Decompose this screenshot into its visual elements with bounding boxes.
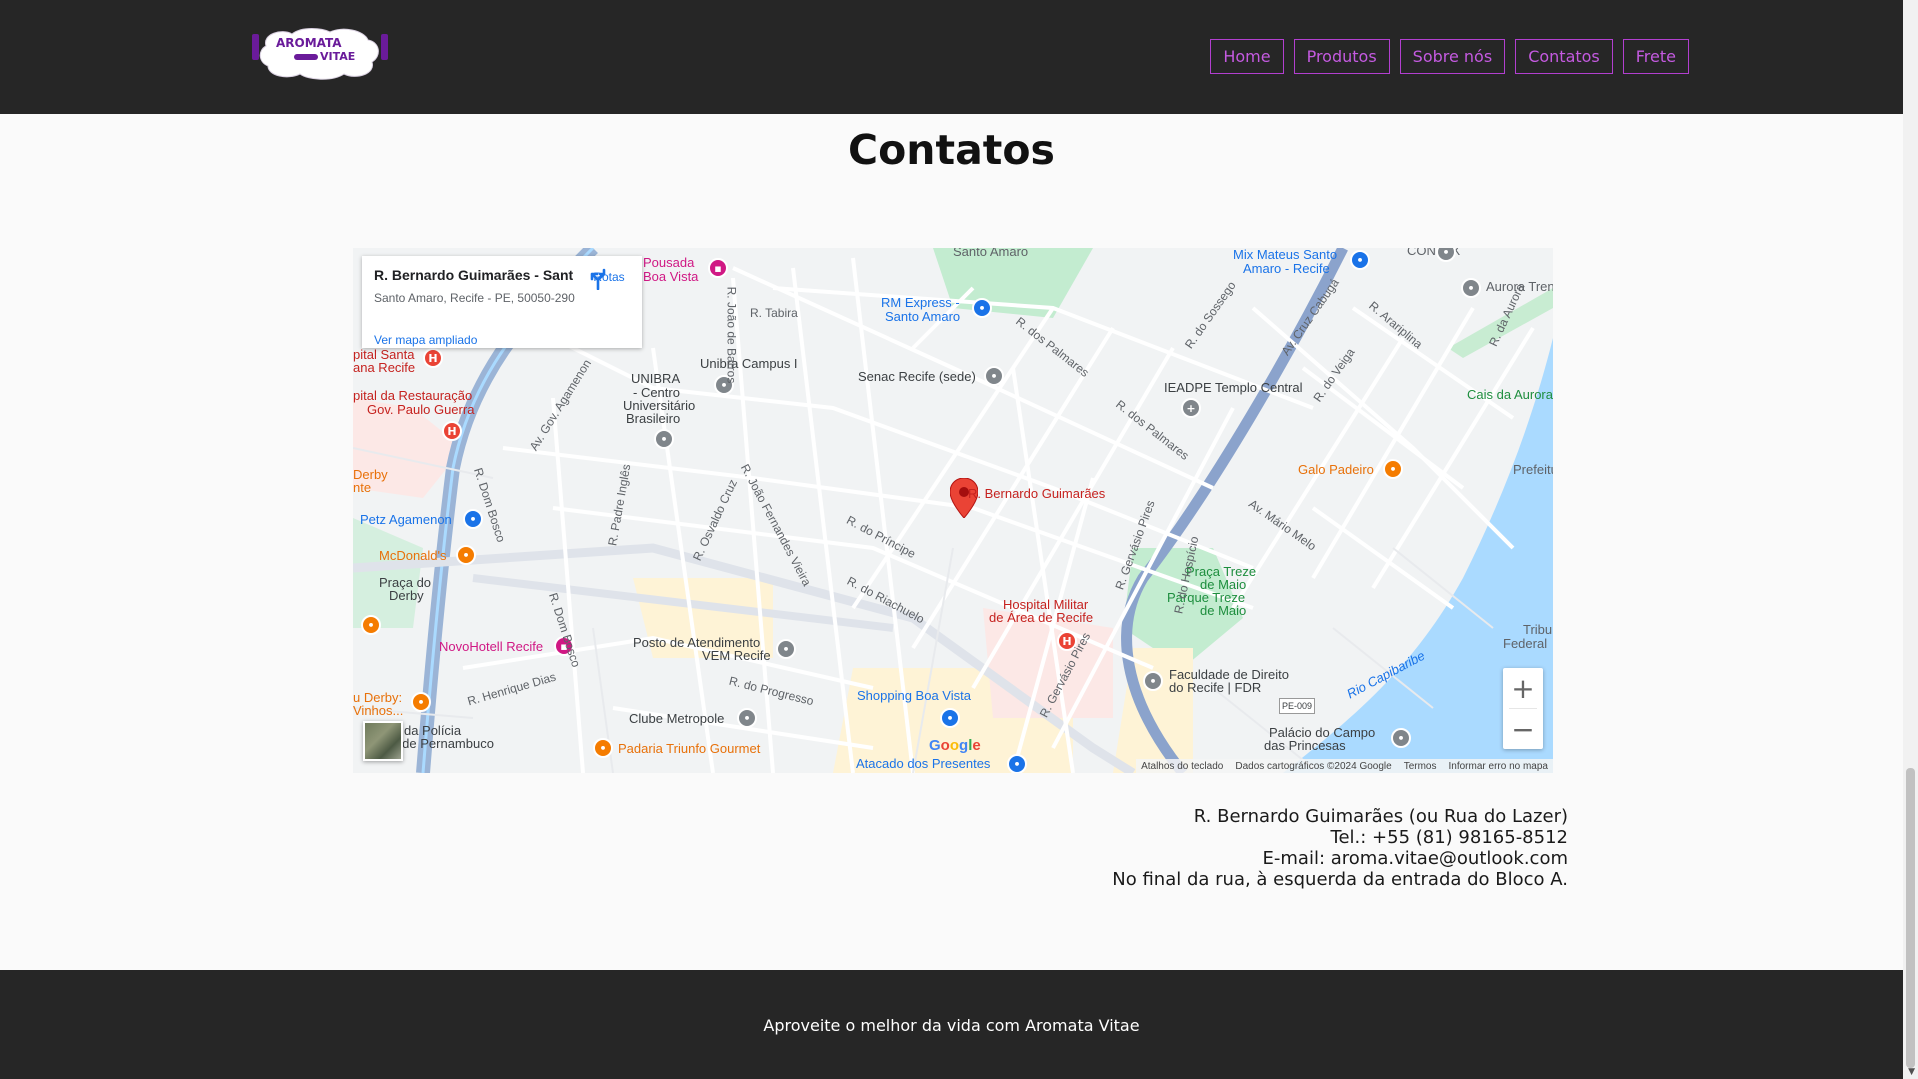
- map-label: Santo Amaro: [953, 248, 1029, 259]
- pin-label: R. Bernardo Guimarães: [968, 486, 1106, 501]
- map-label: Boa Vista: [643, 269, 699, 284]
- keyboard-shortcuts-link[interactable]: Atalhos do teclado: [1141, 761, 1223, 772]
- larger-map-link[interactable]: Ver mapa ampliado: [374, 333, 477, 347]
- terms-link[interactable]: Termos: [1404, 761, 1437, 772]
- map-info-card: R. Bernardo Guimarães - Sant... Santo Am…: [362, 256, 642, 348]
- map-label: VEM Recife: [702, 648, 771, 663]
- map-label: Derby: [389, 588, 424, 603]
- highway-shield: PE-009: [1279, 698, 1316, 714]
- map-label: de Área de Recife: [989, 610, 1094, 625]
- shopping-cart-icon[interactable]: •: [1350, 250, 1370, 270]
- hotel-icon[interactable]: ▪: [708, 258, 728, 278]
- restaurant-icon[interactable]: •: [1383, 459, 1403, 479]
- map-label: Shopping Boa Vista: [857, 688, 971, 703]
- shopping-cart-icon[interactable]: •: [972, 298, 992, 318]
- satellite-toggle[interactable]: [363, 721, 403, 761]
- scrollbar-thumb[interactable]: [1906, 768, 1915, 1068]
- map-label: de Maio: [1200, 603, 1247, 618]
- hospital-icon[interactable]: H: [442, 421, 462, 441]
- map-label: pital da Restauração: [353, 388, 473, 403]
- store-icon[interactable]: •: [940, 708, 960, 728]
- restaurant-icon[interactable]: •: [411, 692, 431, 712]
- map-label: Gov. Paulo Guerra: [367, 402, 475, 417]
- map-label: Vinhos...: [353, 703, 404, 718]
- school-icon[interactable]: •: [654, 429, 674, 449]
- directions-icon: [590, 268, 606, 290]
- nav-home[interactable]: Home: [1210, 39, 1284, 74]
- map-label: Senac Recife (sede): [858, 369, 976, 384]
- map-label: NovoHotell Recife: [439, 639, 544, 654]
- map-label: Padaria Triunfo Gourmet: [618, 741, 761, 756]
- map-label: ana Recife: [353, 360, 416, 375]
- map-label: Cais da Aurora: [1467, 387, 1553, 402]
- store-icon[interactable]: •: [463, 509, 483, 529]
- street-label: R. João de Barros: [724, 286, 739, 384]
- nav-produtos[interactable]: Produtos: [1293, 39, 1390, 74]
- address-phone: Tel.: +55 (81) 98165-8512: [1330, 827, 1568, 848]
- nav-contatos[interactable]: Contatos: [1515, 39, 1613, 74]
- page-scrollbar[interactable]: ▼: [1903, 0, 1918, 1079]
- map-label: Brasileiro: [626, 411, 681, 426]
- zoom-out-button[interactable]: −: [1503, 709, 1543, 749]
- embedded-map[interactable]: Santo Amaro Pousada Boa Vista ▪ R. Tabir…: [353, 248, 1553, 773]
- place-icon[interactable]: •: [737, 708, 757, 728]
- map-label: Galo Padeiro: [1298, 462, 1374, 477]
- page-title: Contatos: [848, 126, 1055, 174]
- place-address: Santo Amaro, Recife - PE, 50050-290: [374, 291, 575, 305]
- map-label: Prefeitu: [1513, 462, 1553, 477]
- place-icon[interactable]: •: [776, 639, 796, 659]
- google-logo: Google: [929, 737, 981, 754]
- map-label: do Recife | FDR: [1169, 680, 1262, 695]
- zoom-controls: + −: [1503, 668, 1543, 749]
- map-label: Federal: [1503, 636, 1548, 651]
- map-label: Santo Amaro: [885, 309, 961, 324]
- directions-button[interactable]: Rotas: [587, 268, 631, 290]
- map-label: UNIBRA: [631, 371, 681, 386]
- main-nav: Home Produtos Sobre nós Contatos Frete: [1210, 39, 1689, 74]
- map-label: Clube Metropole: [629, 711, 725, 726]
- map-label: Unibra Campus I: [700, 356, 798, 371]
- top-navbar: AROMATA VITAE Home Produtos Sobre nós Co…: [0, 0, 1903, 114]
- scroll-down-arrow-icon[interactable]: ▼: [1908, 1067, 1915, 1077]
- map-label: McDonald's: [379, 548, 447, 563]
- address-street: R. Bernardo Guimarães (ou Rua do Lazer): [1193, 806, 1568, 827]
- svg-text:AROMATA: AROMATA: [276, 36, 342, 50]
- place-title: R. Bernardo Guimarães - Sant...: [374, 267, 574, 283]
- restaurant-icon[interactable]: •: [593, 738, 613, 758]
- store-icon[interactable]: •: [1007, 754, 1027, 773]
- map-label: ar de Pernambuco: [387, 736, 494, 751]
- nav-frete[interactable]: Frete: [1622, 39, 1689, 74]
- report-error-link[interactable]: Informar erro no mapa: [1449, 761, 1549, 772]
- map-label: Pousada: [643, 255, 695, 270]
- contact-address: R. Bernardo Guimarães (ou Rua do Lazer) …: [1112, 806, 1568, 890]
- map-label: RM Express -: [881, 295, 960, 310]
- map-label: Amaro - Recife: [1243, 261, 1330, 276]
- restaurant-icon[interactable]: •: [361, 615, 381, 635]
- school-icon[interactable]: •: [984, 366, 1004, 386]
- map-attribution: Atalhos do teclado Dados cartográficos ©…: [1136, 759, 1553, 773]
- map-label: IEADPE Templo Central: [1164, 380, 1303, 395]
- address-email: E-mail: aroma.vitae@outlook.com: [1262, 848, 1568, 869]
- zoom-in-button[interactable]: +: [1503, 668, 1543, 708]
- map-label: Mix Mateus Santo: [1233, 248, 1338, 262]
- map-label: Atacado dos Presentes: [856, 756, 991, 771]
- map-label: Tribu: [1523, 622, 1553, 637]
- hospital-icon[interactable]: H: [423, 348, 443, 368]
- school-icon[interactable]: •: [1143, 671, 1163, 691]
- map-label: nte: [353, 480, 372, 495]
- map-label: das Princesas: [1264, 738, 1346, 753]
- restaurant-icon[interactable]: •: [456, 545, 476, 565]
- street-label: R. Tabira: [750, 306, 798, 320]
- brand-logo[interactable]: AROMATA VITAE: [252, 26, 388, 80]
- building-icon[interactable]: •: [1461, 278, 1481, 298]
- map-label: Petz Agamenon: [360, 512, 452, 527]
- map-data-text: Dados cartográficos ©2024 Google: [1235, 760, 1392, 772]
- address-directions: No final da rua, à esquerda da entrada d…: [1112, 869, 1568, 890]
- footer-tagline: Aproveite o melhor da vida com Aromata V…: [763, 1016, 1140, 1035]
- nav-sobre-nos[interactable]: Sobre nós: [1399, 39, 1506, 74]
- church-icon[interactable]: +: [1181, 398, 1201, 418]
- landmark-icon[interactable]: •: [1391, 728, 1411, 748]
- svg-text:VITAE: VITAE: [320, 50, 355, 63]
